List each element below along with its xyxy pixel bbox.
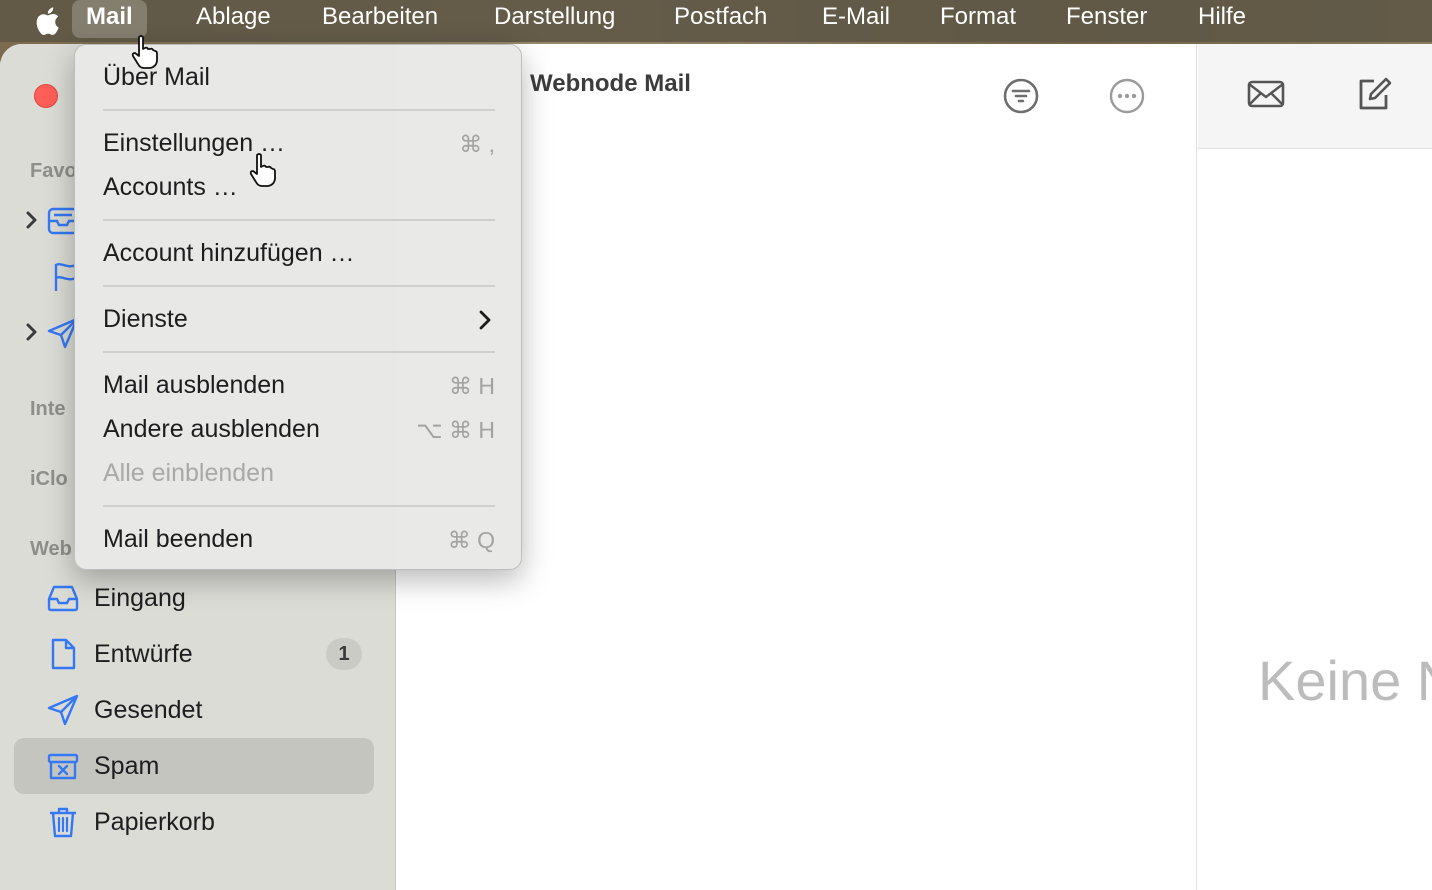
menu-ablage[interactable]: Ablage bbox=[182, 0, 285, 38]
section-favorites[interactable]: Favo bbox=[30, 160, 77, 183]
mail-app-menu: Über Mail Einstellungen … ⌘ , Accounts …… bbox=[74, 44, 522, 570]
sidebar-item-gesendet[interactable]: Gesendet bbox=[14, 682, 374, 738]
message-viewer: Keine N bbox=[1198, 44, 1432, 890]
hand-pointer-icon bbox=[131, 35, 158, 69]
apple-logo-icon[interactable] bbox=[32, 4, 66, 38]
menu-hilfe[interactable]: Hilfe bbox=[1184, 0, 1260, 38]
trash-icon bbox=[50, 807, 76, 838]
filter-icon[interactable] bbox=[1001, 76, 1041, 116]
menu-separator bbox=[103, 505, 495, 507]
more-options-icon[interactable] bbox=[1107, 76, 1147, 116]
menu-separator bbox=[103, 219, 495, 221]
hand-pointer-icon bbox=[249, 153, 276, 187]
menu-bearbeiten[interactable]: Bearbeiten bbox=[308, 0, 452, 38]
sidebar-item-spam[interactable]: Spam bbox=[14, 738, 374, 794]
menu-separator bbox=[103, 285, 495, 287]
shortcut-hide-others: ⌥ ⌘ H bbox=[416, 417, 495, 443]
sidebar-item-entwuerfe[interactable]: Entwürfe 1 bbox=[14, 626, 374, 682]
shortcut-quit: ⌘ Q bbox=[447, 527, 495, 553]
menu-mail[interactable]: Mail bbox=[72, 0, 147, 38]
menu-separator bbox=[103, 109, 495, 111]
draft-icon bbox=[51, 638, 76, 670]
menu-postfach[interactable]: Postfach bbox=[660, 0, 781, 38]
section-internal[interactable]: Inte bbox=[30, 398, 66, 421]
window-close-button[interactable] bbox=[34, 84, 58, 108]
menu-separator bbox=[103, 351, 495, 353]
unread-count-badge: 1 bbox=[326, 638, 362, 670]
envelope-icon[interactable] bbox=[1246, 74, 1286, 114]
sidebar-item-label: Gesendet bbox=[94, 696, 203, 724]
sidebar-item-label: Spam bbox=[94, 752, 160, 780]
menu-darstellung[interactable]: Darstellung bbox=[480, 0, 629, 38]
sidebar-item-eingang[interactable]: Eingang bbox=[14, 570, 374, 626]
junk-icon bbox=[47, 753, 79, 780]
mailbox-title: Webnode Mail bbox=[530, 70, 691, 97]
empty-state-text: Keine N bbox=[1258, 649, 1432, 712]
menu-bar: Mail Ablage Bearbeiten Darstellung Postf… bbox=[0, 0, 1432, 42]
chevron-right-icon bbox=[479, 310, 491, 330]
menu-item-show-all: Alle einblenden bbox=[103, 459, 274, 487]
menu-email[interactable]: E-Mail bbox=[808, 0, 904, 38]
menu-item-quit[interactable]: Mail beenden bbox=[103, 525, 253, 554]
chevron-right-icon[interactable] bbox=[22, 210, 42, 230]
sidebar-item-label: Eingang bbox=[94, 584, 186, 612]
sidebar-item-label: Entwürfe bbox=[94, 640, 193, 668]
menu-item-accounts[interactable]: Accounts … bbox=[103, 173, 238, 202]
shortcut-settings: ⌘ , bbox=[459, 131, 495, 157]
menu-item-hide-others[interactable]: Andere ausblenden bbox=[103, 415, 320, 444]
section-webnode[interactable]: Web bbox=[30, 538, 72, 561]
menu-format[interactable]: Format bbox=[926, 0, 1030, 38]
menu-item-hide-mail[interactable]: Mail ausblenden bbox=[103, 371, 285, 400]
menu-item-services[interactable]: Dienste bbox=[103, 305, 188, 334]
shortcut-hide-mail: ⌘ H bbox=[449, 373, 495, 399]
viewer-toolbar bbox=[1198, 44, 1432, 149]
compose-icon[interactable] bbox=[1354, 74, 1394, 114]
paper-plane-icon bbox=[47, 694, 79, 726]
sidebar-item-label: Papierkorb bbox=[94, 808, 215, 836]
menu-fenster[interactable]: Fenster bbox=[1052, 0, 1161, 38]
chevron-right-icon[interactable] bbox=[22, 322, 42, 342]
sidebar-item-papierkorb[interactable]: Papierkorb bbox=[14, 794, 374, 850]
inbox-icon bbox=[47, 585, 79, 612]
section-icloud[interactable]: iClo bbox=[30, 468, 68, 491]
menu-item-add-account[interactable]: Account hinzufügen … bbox=[103, 239, 355, 268]
